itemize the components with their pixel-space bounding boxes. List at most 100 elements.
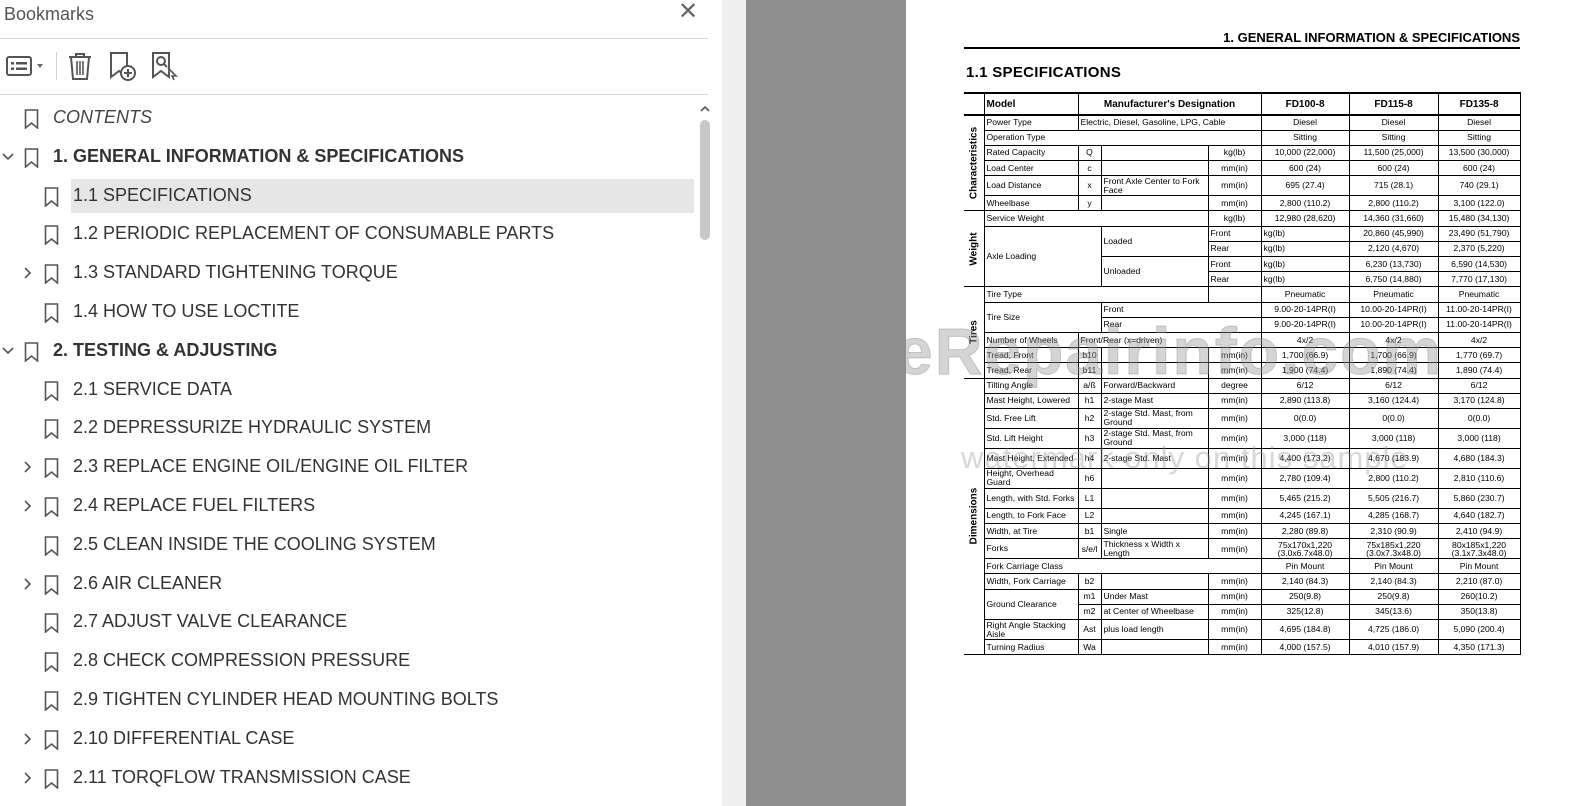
chevron-right-icon[interactable] — [20, 770, 36, 786]
table-cell: 2-stage Mast — [1100, 392, 1209, 409]
bookmark-item[interactable]: 1.4 HOW TO USE LOCTITE — [0, 294, 694, 330]
table-cell: 7,770 (17,130) — [1437, 271, 1521, 288]
table-cell: Pin Mount — [1437, 558, 1521, 575]
category-label: Tires — [968, 320, 980, 345]
header-fd135: FD135-8 — [1437, 92, 1521, 116]
bookmark-scrollbar[interactable] — [696, 98, 714, 806]
new-bookmark-button[interactable] — [104, 48, 140, 84]
table-cell: Front/Rear (x=driven) — [1077, 331, 1262, 349]
table-cell: 1,890 (74.4) — [1348, 362, 1439, 379]
bookmark-item[interactable]: CONTENTS — [0, 100, 694, 136]
panel-splitter[interactable] — [722, 0, 1459, 806]
table-cell: 9.00-20-14PR(I) — [1260, 301, 1350, 318]
delete-bookmark-button[interactable] — [62, 48, 98, 84]
table-cell: 2,800 (110.2) — [1348, 195, 1439, 212]
bookmark-icon — [44, 497, 59, 517]
toolbar-separator — [56, 52, 57, 80]
table-cell: 4,725 (186.0) — [1348, 619, 1439, 640]
table-cell: 1,770 (69.7) — [1437, 347, 1521, 364]
table-cell: mm(in) — [1207, 638, 1262, 656]
table-cell: 250(9.8) — [1260, 588, 1350, 605]
table-row: Fork Carriage Class Pin Mount Pin Mount Pin… — [964, 558, 1521, 575]
scroll-up-arrow-icon[interactable] — [698, 102, 712, 116]
table-cell: 2-stage Std. Mast, from Ground — [1100, 407, 1209, 429]
bookmark-item[interactable]: 2.2 DEPRESSURIZE HYDRAULIC SYSTEM — [0, 410, 694, 446]
find-current-bookmark-button[interactable] — [146, 48, 182, 84]
bookmark-item[interactable]: 2.6 AIR CLEANER — [0, 566, 694, 602]
chevron-right-icon[interactable] — [20, 498, 36, 514]
table-cell: Tire Size — [983, 301, 1102, 333]
bookmark-item[interactable]: 2. TESTING & ADJUSTING — [0, 333, 694, 369]
bookmark-item[interactable]: 2.3 REPLACE ENGINE OIL/ENGINE OIL FILTER — [0, 449, 694, 485]
table-cell: Electric, Diesel, Gasoline, LPG, Cable — [1077, 114, 1262, 131]
table-cell: b2 — [1077, 573, 1102, 590]
chevron-right-icon[interactable] — [20, 731, 36, 747]
table-cell: 4,000 (157.5) — [1260, 638, 1350, 656]
bookmark-item[interactable]: 1.3 STANDARD TIGHTENING TORQUE — [0, 255, 694, 291]
table-cell: 14,360 (31,660) — [1348, 210, 1439, 227]
bookmark-item[interactable]: 2.4 REPLACE FUEL FILTERS — [0, 488, 694, 524]
bookmark-item[interactable]: 2.5 CLEAN INSIDE THE COOLING SYSTEM — [0, 527, 694, 563]
chevron-down-icon[interactable] — [0, 343, 16, 359]
bookmark-label: 2.3 REPLACE ENGINE OIL/ENGINE OIL FILTER — [73, 456, 469, 477]
table-cell: Diesel — [1260, 114, 1350, 131]
bookmark-item[interactable]: 2.7 ADJUST VALVE CLEARANCE — [0, 604, 694, 640]
table-cell: a/ß — [1077, 377, 1102, 394]
table-row: Height, Overhead Guard h6 mm(in) 2,780 (109… — [964, 467, 1521, 489]
bookmark-item[interactable]: 2.11 TORQFLOW TRANSMISSION CASE — [0, 760, 694, 796]
table-cell: 1,890 (74.4) — [1437, 362, 1521, 379]
bookmark-item[interactable]: 2.10 DIFFERENTIAL CASE — [0, 721, 694, 757]
table-cell: 0(0.0) — [1437, 407, 1521, 429]
table-row: Characteristics Power Type Electric, Diese… — [964, 114, 1521, 212]
table-cell: Length, to Fork Face — [983, 507, 1079, 525]
close-panel-button[interactable]: ✕ — [676, 0, 700, 26]
page-running-header: 1. GENERAL INFORMATION & SPECIFICATIONS — [964, 30, 1520, 49]
table-cell: Ast — [1077, 619, 1102, 640]
bookmark-item[interactable]: 1.2 PERIODIC REPLACEMENT OF CONSUMABLE P… — [0, 216, 694, 252]
table-cell: 600 (24) — [1260, 160, 1350, 177]
table-row: Wheelbase y mm(in) 2,800 (110.2) 2,800 (110.… — [964, 195, 1521, 212]
table-cell: Sitting — [1260, 129, 1350, 146]
table-cell: m2 — [1077, 603, 1102, 621]
header-designation: Manufacturer's Designation — [1077, 92, 1262, 116]
bookmark-icon — [44, 186, 59, 207]
bookmark-label: 2.8 CHECK COMPRESSION PRESSURE — [73, 650, 411, 671]
chevron-right-icon[interactable] — [20, 265, 36, 281]
bookmark-icon — [24, 341, 39, 362]
bookmark-search-icon — [152, 52, 178, 81]
table-cell — [1100, 573, 1209, 590]
table-cell: y — [1077, 195, 1102, 212]
table-cell: h4 — [1077, 447, 1102, 469]
bookmark-item[interactable]: 2.8 CHECK COMPRESSION PRESSURE — [0, 643, 694, 679]
bookmark-label: 1.1 SPECIFICATIONS — [73, 184, 252, 205]
divider — [0, 94, 708, 95]
table-cell: degree — [1207, 377, 1262, 394]
table-row: Turning Radius Wa mm(in) 4,000 (157.5) 4,010… — [964, 638, 1521, 656]
bookmark-item[interactable]: 2.1 SERVICE DATA — [0, 372, 694, 408]
bookmark-item[interactable]: 1.1 SPECIFICATIONS — [0, 178, 694, 214]
category-label: Weight — [968, 232, 980, 266]
table-cell: kg(lb) — [1260, 271, 1350, 288]
bookmark-item[interactable]: 2.9 TIGHTEN CYLINDER HEAD MOUNTING BOLTS — [0, 682, 694, 718]
table-row: Length, with Std. Forks L1 mm(in) 5,465 (21… — [964, 487, 1521, 509]
table-row: Mast Height, Extended h4 2-stage Std. Mast… — [964, 447, 1521, 469]
bookmark-icon — [24, 147, 39, 168]
table-cell: mm(in) — [1207, 362, 1262, 379]
table-cell: Load Center — [983, 160, 1079, 177]
table-cell: 3,000 (118) — [1260, 427, 1350, 449]
table-cell: 6/12 — [1437, 377, 1521, 394]
table-cell: 6/12 — [1260, 377, 1350, 394]
table-cell: 4,670 (183.9) — [1348, 447, 1439, 469]
bookmark-options-button[interactable] — [2, 48, 48, 84]
chevron-down-icon[interactable] — [0, 149, 16, 165]
table-cell: m1 — [1077, 588, 1102, 605]
bookmark-item[interactable]: 1. GENERAL INFORMATION & SPECIFICATIONS — [0, 139, 694, 175]
table-cell: 345(13.6) — [1348, 603, 1439, 621]
scrollbar-thumb[interactable] — [700, 120, 710, 240]
chevron-right-icon[interactable] — [20, 459, 36, 475]
table-cell: 11.00-20-14PR(I) — [1437, 316, 1521, 333]
specifications-table: Model Manufacturer's Designation FD100-8… — [964, 92, 1521, 656]
chevron-right-icon[interactable] — [20, 576, 36, 592]
table-cell: Height, Overhead Guard — [983, 467, 1079, 489]
table-cell: 2,800 (110.2) — [1348, 467, 1439, 489]
